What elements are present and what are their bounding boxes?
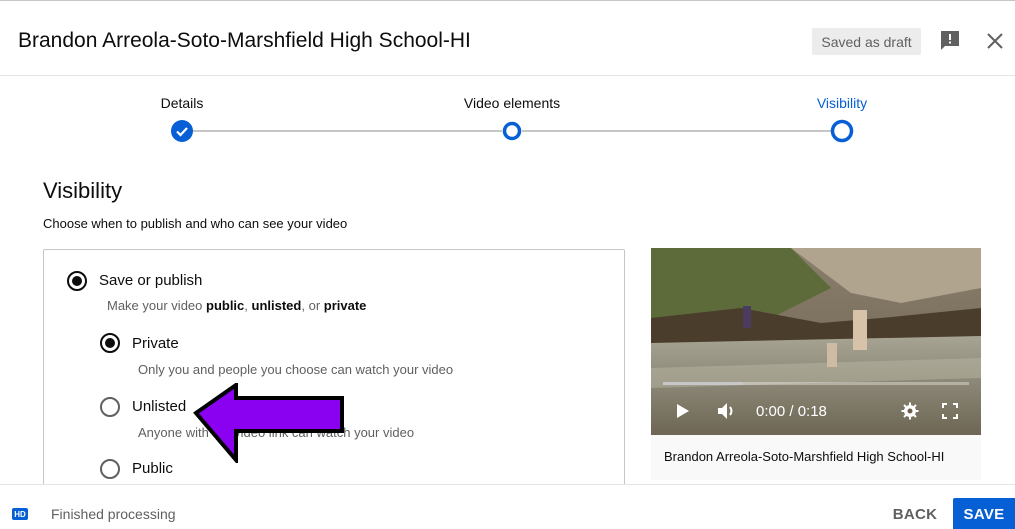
visibility-subheading: Choose when to publish and who can see y… bbox=[43, 216, 348, 231]
step-video-elements-label[interactable]: Video elements bbox=[464, 95, 560, 111]
gear-icon[interactable] bbox=[901, 402, 919, 420]
video-title-caption: Brandon Arreola-Soto-Marshfield High Sch… bbox=[664, 449, 945, 464]
saved-as-draft-badge: Saved as draft bbox=[812, 28, 921, 55]
purple-arrow-icon bbox=[193, 383, 344, 463]
hd-badge-icon: HD bbox=[12, 508, 28, 520]
play-icon[interactable] bbox=[675, 403, 691, 419]
processing-status: Finished processing bbox=[51, 506, 176, 522]
video-progress-fill bbox=[663, 382, 743, 385]
save-or-publish-label[interactable]: Save or publish bbox=[99, 272, 202, 289]
public-label[interactable]: Public bbox=[132, 460, 173, 477]
step-video-elements-dot-icon[interactable] bbox=[502, 121, 522, 141]
save-button[interactable]: SAVE bbox=[953, 498, 1015, 529]
save-or-publish-radio[interactable] bbox=[67, 271, 87, 291]
back-button[interactable]: BACK bbox=[883, 498, 947, 529]
unlisted-label[interactable]: Unlisted bbox=[132, 398, 186, 415]
private-label[interactable]: Private bbox=[132, 335, 179, 352]
stepper-track bbox=[522, 130, 832, 132]
step-details-check-icon[interactable] bbox=[170, 119, 194, 143]
stepper-track bbox=[192, 130, 502, 132]
step-visibility-label[interactable]: Visibility bbox=[817, 95, 867, 111]
volume-icon[interactable] bbox=[717, 402, 739, 420]
public-radio[interactable] bbox=[100, 459, 120, 479]
private-description: Only you and people you choose can watch… bbox=[138, 362, 454, 377]
private-radio[interactable] bbox=[100, 333, 120, 353]
dialog-title: Brandon Arreola-Soto-Marshfield High Sch… bbox=[18, 29, 471, 52]
video-time: 0:00 / 0:18 bbox=[756, 403, 827, 420]
video-preview-card: 0:00 / 0:18 Brandon Arreola-Soto-Marshfi… bbox=[651, 248, 981, 480]
close-icon[interactable] bbox=[983, 29, 1007, 53]
save-or-publish-description: Make your video public, unlisted, or pri… bbox=[107, 298, 367, 313]
step-details-label[interactable]: Details bbox=[161, 95, 204, 111]
dialog-header: Brandon Arreola-Soto-Marshfield High Sch… bbox=[0, 0, 1015, 76]
visibility-heading: Visibility bbox=[43, 178, 123, 203]
video-player[interactable]: 0:00 / 0:18 bbox=[651, 248, 981, 435]
unlisted-radio[interactable] bbox=[100, 397, 120, 417]
fullscreen-icon[interactable] bbox=[942, 403, 958, 419]
feedback-icon[interactable] bbox=[938, 29, 962, 53]
step-visibility-dot-icon[interactable] bbox=[830, 119, 854, 143]
dialog-footer: HD Finished processing BACK SAVE bbox=[0, 484, 1015, 529]
video-progress-bar[interactable] bbox=[663, 382, 969, 385]
